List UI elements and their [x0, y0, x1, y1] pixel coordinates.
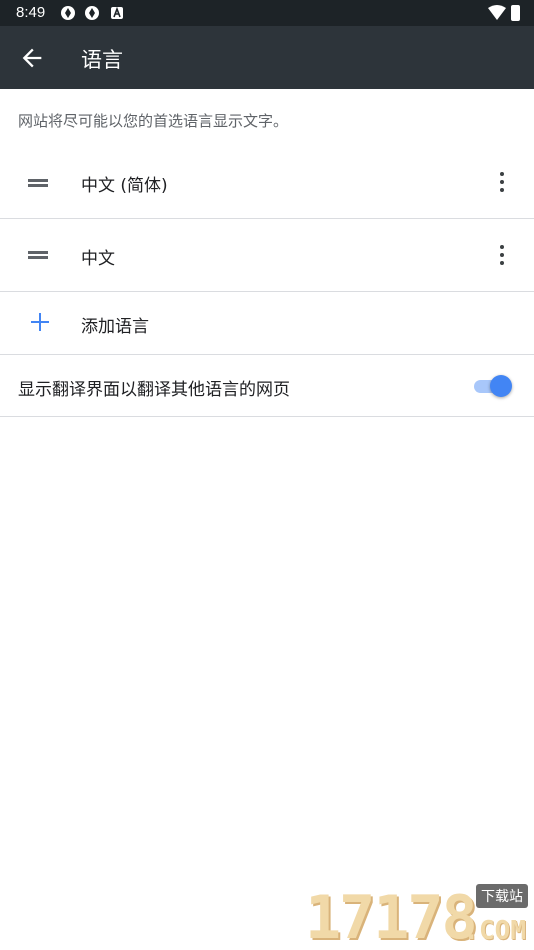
- language-label: 中文: [81, 249, 115, 269]
- add-language-button[interactable]: 添加语言: [0, 292, 534, 355]
- status-bar: 8:49: [0, 0, 534, 26]
- a-badge-icon: [111, 6, 123, 19]
- translate-toggle[interactable]: [472, 375, 512, 397]
- drag-handle-icon[interactable]: [28, 179, 48, 187]
- translate-setting-label: 显示翻译界面以翻译其他语言的网页: [18, 380, 290, 400]
- language-item[interactable]: 中文: [0, 219, 534, 292]
- status-time: 8:49: [16, 4, 46, 21]
- description-text: 网站将尽可能以您的首选语言显示文字。: [18, 112, 289, 130]
- shutter-icon: [61, 6, 75, 20]
- battery-charging-icon: [511, 5, 520, 21]
- arrow-back-icon[interactable]: [18, 44, 46, 72]
- watermark-digits: 17178: [305, 883, 478, 950]
- add-language-label: 添加语言: [81, 317, 149, 337]
- app-toolbar: 语言: [0, 26, 534, 89]
- more-vert-icon[interactable]: [492, 243, 512, 267]
- watermark-logo: 17178 下载站 .COM: [305, 884, 530, 948]
- shutter-icon: [85, 6, 99, 20]
- translate-setting-row[interactable]: 显示翻译界面以翻译其他语言的网页: [0, 355, 534, 417]
- drag-handle-icon[interactable]: [28, 251, 48, 259]
- watermark-suffix: .COM: [463, 916, 526, 946]
- page-title: 语言: [81, 48, 123, 72]
- more-vert-icon[interactable]: [492, 170, 512, 194]
- language-item[interactable]: 中文 (简体): [0, 146, 534, 219]
- watermark-badge: 下载站: [476, 884, 528, 908]
- plus-icon[interactable]: [30, 312, 50, 332]
- wifi-icon: [488, 5, 506, 20]
- toggle-knob: [490, 375, 512, 397]
- language-label: 中文 (简体): [81, 176, 168, 196]
